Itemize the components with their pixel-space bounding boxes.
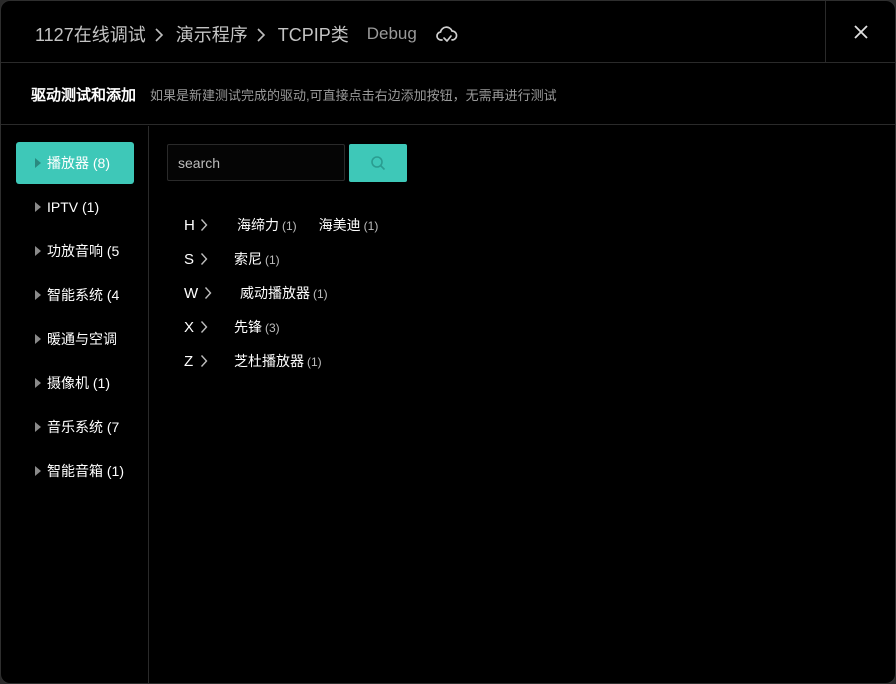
sidebar-item-label: 智能音箱 (1) — [47, 463, 124, 479]
sidebar-item-amplifier[interactable]: 功放音响 (5 — [16, 230, 134, 272]
brand-count: (1) — [265, 253, 280, 267]
chevron-right-icon — [200, 355, 208, 367]
sidebar-item-camera[interactable]: 摄像机 (1) — [16, 362, 134, 404]
brand-name: 索尼 — [234, 251, 262, 267]
group-letter: W — [184, 284, 199, 302]
sidebar-item-label: 智能系统 (4 — [47, 287, 120, 303]
sidebar-item-label: 摄像机 (1) — [47, 375, 110, 391]
brand-group-w: W 威动播放器 (1) — [184, 283, 350, 303]
sidebar-item-smart-system[interactable]: 智能系统 (4 — [16, 274, 134, 316]
caret-right-icon — [35, 246, 41, 256]
caret-right-icon — [35, 466, 41, 476]
chevron-right-icon — [256, 25, 268, 43]
driver-test-dialog: 1127在线调试 演示程序 TCPIP类 Debug 驱动测试和添加 如果是新建… — [0, 0, 896, 684]
search-icon — [371, 156, 386, 171]
chevron-right-icon — [200, 219, 208, 231]
chevron-right-icon — [204, 287, 212, 299]
brand-name: 威动播放器 — [240, 285, 310, 301]
sidebar-item-hvac[interactable]: 暖通与空调 — [16, 318, 134, 360]
category-sidebar: 播放器 (8) IPTV (1) 功放音响 (5 智能系统 (4 暖通与空调 摄… — [1, 126, 149, 683]
caret-right-icon — [35, 290, 41, 300]
sidebar-item-label: 暖通与空调 — [47, 331, 117, 347]
brand-name: 先锋 — [234, 319, 262, 335]
close-icon — [853, 25, 868, 39]
brand-group-z: Z 芝杜播放器 (1) — [184, 351, 344, 371]
sidebar-item-label: IPTV (1) — [47, 199, 100, 215]
chevron-right-icon — [154, 25, 166, 43]
dialog-header: 1127在线调试 演示程序 TCPIP类 Debug — [1, 1, 895, 63]
group-letter: Z — [184, 352, 194, 370]
caret-right-icon — [35, 378, 41, 388]
group-letter: X — [184, 318, 195, 336]
brand-count: (1) — [307, 355, 322, 369]
close-button[interactable] — [825, 1, 895, 63]
sidebar-item-music-system[interactable]: 音乐系统 (7 — [16, 406, 134, 448]
brand-name: 芝杜播放器 — [234, 353, 304, 369]
section-header: 驱动测试和添加 如果是新建测试完成的驱动,可直接点击右边添加按钮，无需再进行测试 — [1, 64, 895, 125]
group-letter: H — [184, 216, 195, 234]
caret-right-icon — [35, 422, 41, 432]
brand-group-h: H 海缔力 (1) 海美迪 (1) — [184, 215, 400, 235]
brand-item[interactable]: 索尼 (1) — [234, 249, 280, 269]
sidebar-item-label: 音乐系统 (7 — [47, 419, 120, 435]
brand-group-x: X 先锋 (3) — [184, 317, 302, 337]
caret-right-icon — [35, 202, 41, 212]
debug-label: Debug — [366, 24, 417, 43]
brand-item[interactable]: 海美迪 (1) — [319, 215, 379, 235]
caret-right-icon — [35, 334, 41, 344]
breadcrumb-item-1[interactable]: 1127在线调试 — [35, 21, 146, 47]
brand-item[interactable]: 威动播放器 (1) — [240, 283, 328, 303]
sidebar-item-player[interactable]: 播放器 (8) — [16, 142, 134, 184]
breadcrumb-item-3[interactable]: TCPIP类 — [278, 21, 349, 47]
caret-right-icon — [35, 158, 41, 168]
brand-name: 海美迪 — [318, 217, 361, 233]
brand-item[interactable]: 海缔力 (1) — [237, 215, 297, 235]
breadcrumb: 1127在线调试 演示程序 TCPIP类 Debug — [35, 21, 459, 47]
brand-count: (3) — [265, 321, 280, 335]
brand-count: (1) — [313, 287, 328, 301]
chevron-right-icon — [200, 321, 208, 333]
sidebar-item-smart-speaker[interactable]: 智能音箱 (1) — [16, 450, 134, 492]
breadcrumb-item-2[interactable]: 演示程序 — [176, 21, 248, 47]
brand-item[interactable]: 先锋 (3) — [234, 317, 280, 337]
brand-count: (1) — [282, 219, 297, 233]
group-letter: S — [184, 250, 195, 268]
brand-name: 海缔力 — [237, 217, 279, 233]
search-input[interactable] — [167, 144, 345, 181]
chevron-right-icon — [200, 253, 208, 265]
sidebar-item-label: 播放器 (8) — [47, 155, 110, 171]
section-description: 如果是新建测试完成的驱动,可直接点击右边添加按钮，无需再进行测试 — [150, 87, 557, 103]
brand-count: (1) — [363, 219, 379, 233]
sidebar-item-iptv[interactable]: IPTV (1) — [16, 186, 134, 228]
brand-group-s: S 索尼 (1) — [184, 249, 302, 269]
search-button[interactable] — [349, 144, 407, 182]
section-title: 驱动测试和添加 — [31, 86, 137, 104]
sidebar-item-label: 功放音响 (5 — [47, 243, 120, 259]
cloud-upload-icon[interactable] — [435, 23, 459, 47]
brand-item[interactable]: 芝杜播放器 (1) — [234, 351, 322, 371]
